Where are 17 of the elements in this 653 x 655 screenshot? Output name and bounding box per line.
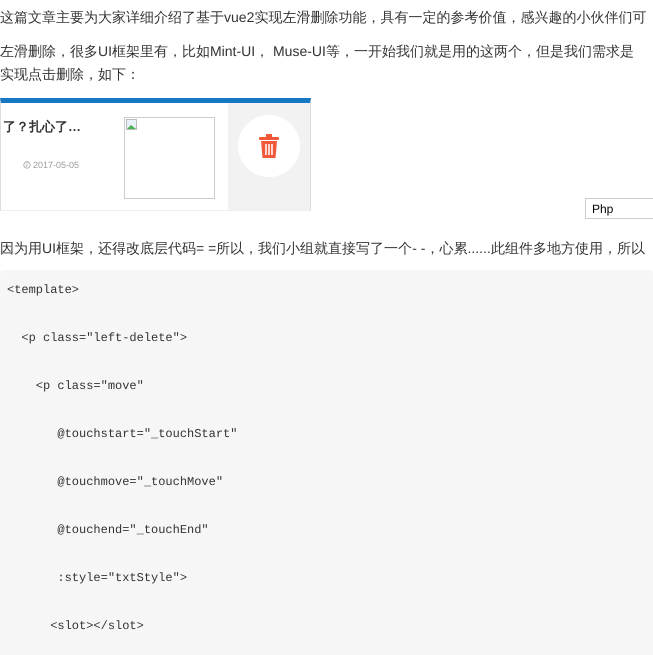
item-date: 2017-05-05 <box>33 158 80 172</box>
code-line: <p class=″left-delete″> <box>20 330 188 347</box>
code-line: <p class=″move″ <box>34 378 144 395</box>
code-line: @touchend=″_touchEnd″ <box>56 522 209 539</box>
clock-icon <box>23 161 31 170</box>
code-line: @touchmove=″_touchMove″ <box>56 474 224 491</box>
language-field[interactable]: Php <box>585 198 653 219</box>
broken-image-icon <box>126 119 137 130</box>
code-line: @touchstart=″_touchStart″ <box>56 426 238 443</box>
note-paragraph: 因为用UI框架，还得改底层代码= =所以，我们小组就直接写了一个- -，心累......此组件多地方使用，所以 <box>0 239 646 258</box>
code-line: <slot></slot> <box>49 618 144 635</box>
intro-paragraph: 这篇文章主要为大家详细介绍了基于vue2实现左滑删除功能，具有一定的参考价值，感兴趣的小伙伴们可 <box>0 8 648 27</box>
body-paragraph: 左滑删除，很多UI框架里有，比如Mint-UI， Muse-UI等，一开始我们就是用的这两个，但是我们需求是 实现点击删除，如下： <box>0 42 635 84</box>
code-line: <template> <box>7 282 80 299</box>
code-line: :style=″txtStyle″> <box>56 570 188 587</box>
trash-icon <box>258 134 280 158</box>
item-title: 了？扎心了… <box>3 118 82 136</box>
